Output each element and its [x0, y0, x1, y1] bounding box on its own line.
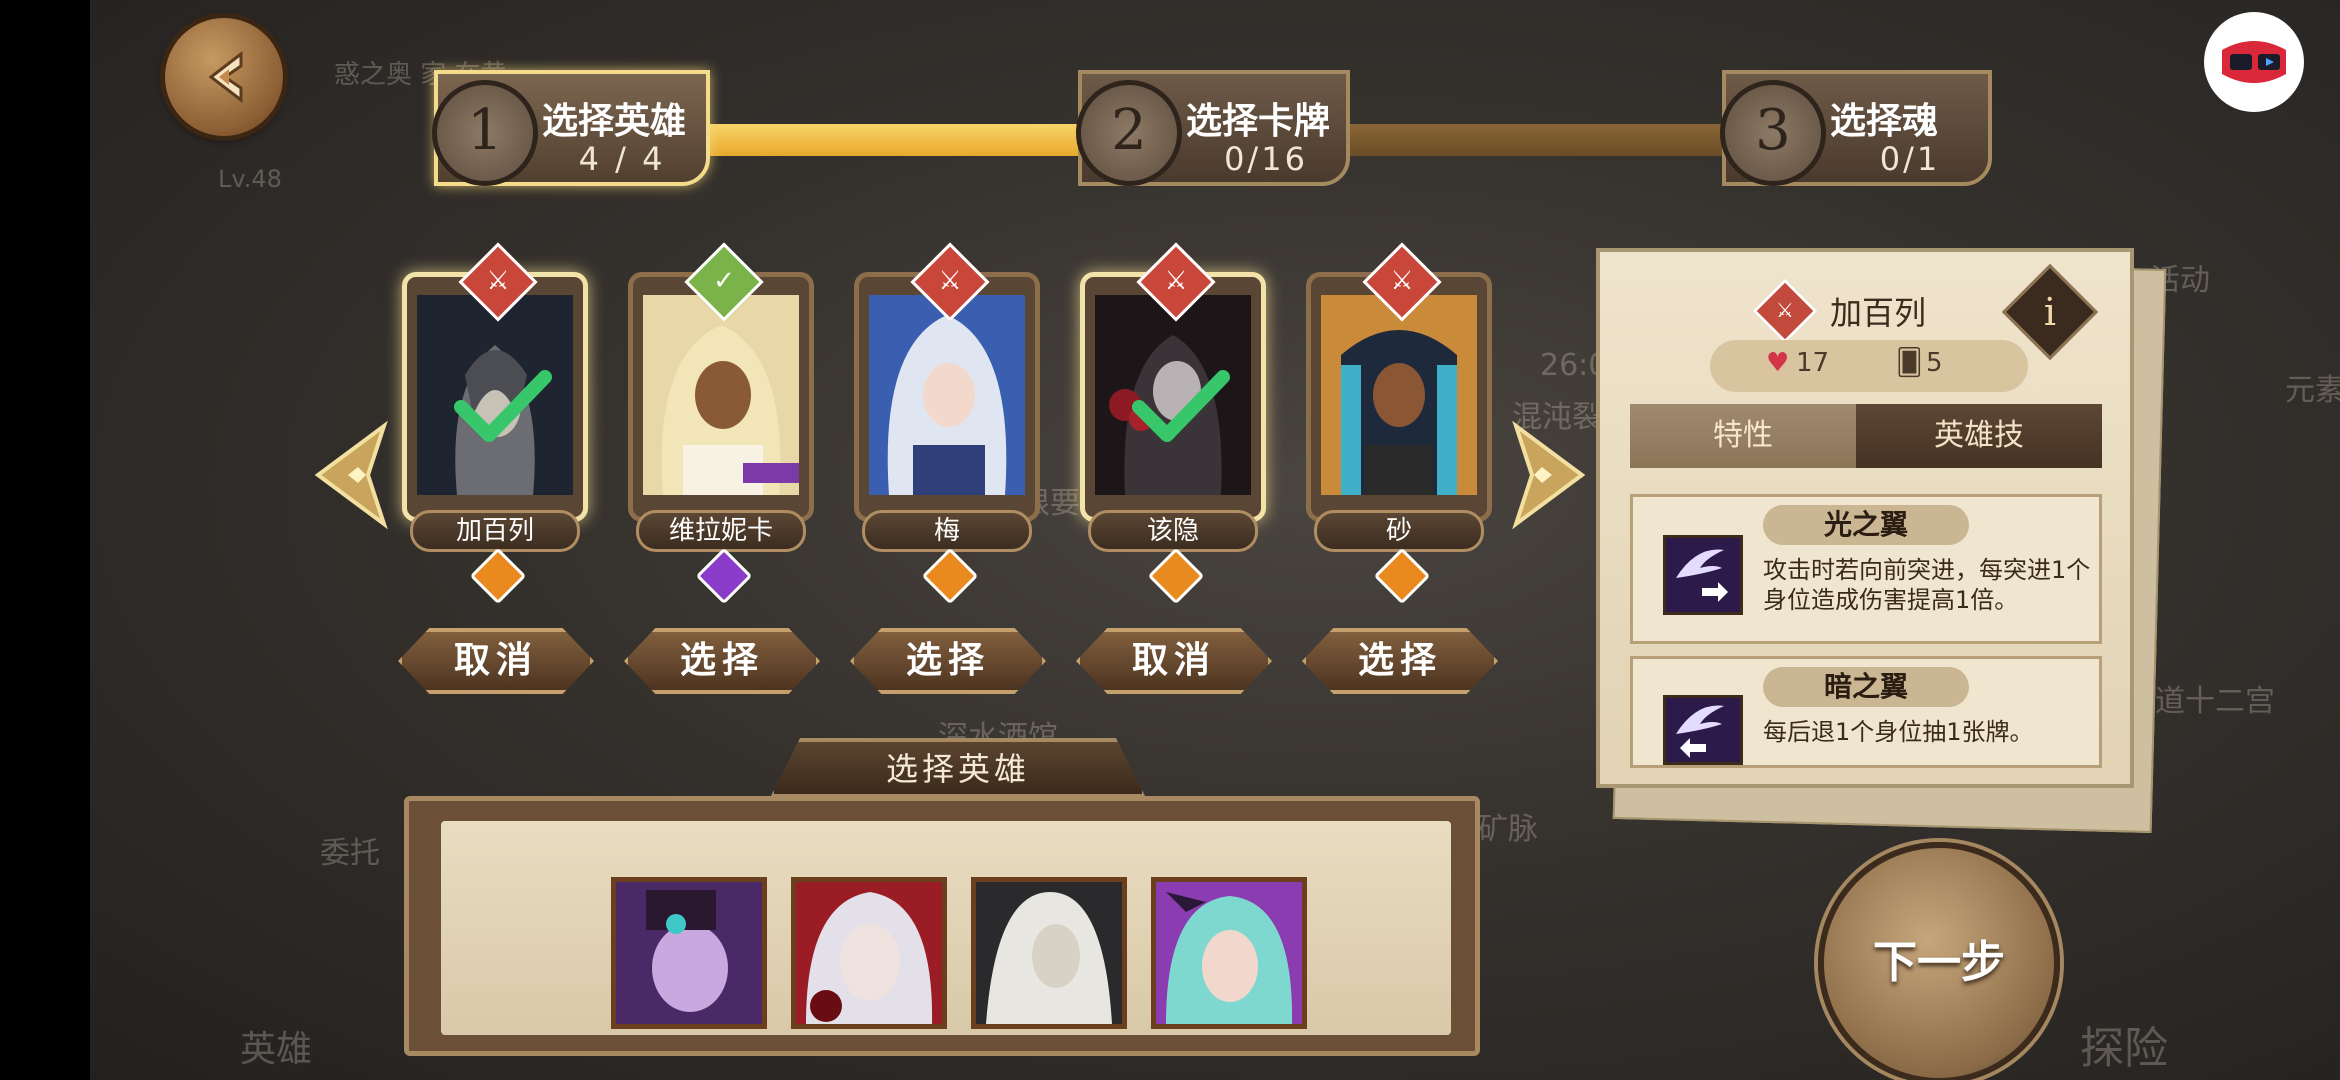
- hero-avatar: [796, 882, 942, 1024]
- card-count-value: 5: [1926, 348, 1943, 378]
- next-step-label: 下一步: [1873, 937, 2005, 988]
- float-window-icon[interactable]: [2204, 12, 2304, 112]
- hp-value: 17: [1796, 348, 1830, 378]
- wing-forward-icon: [1663, 535, 1743, 615]
- selected-hero-slot[interactable]: [791, 877, 947, 1029]
- step-select-soul[interactable]: 3 选择魂 0/1: [1720, 70, 1992, 186]
- selected-check-icon: [1132, 370, 1230, 442]
- selected-heroes-tray: [441, 821, 1451, 1035]
- step-count: 4 / 4: [578, 140, 666, 178]
- selected-hero-slot[interactable]: [611, 877, 767, 1029]
- skill-card-light-wings: 光之翼 攻击时若向前突进，每突进1个身位造成伤害提高1倍。: [1630, 494, 2102, 644]
- hero-card-mei[interactable]: ⚔ 梅: [854, 242, 1040, 605]
- sword-badge-icon: ⚔: [1752, 278, 1818, 344]
- hero-card-gabriel[interactable]: ⚔ 加百列: [402, 242, 588, 605]
- skill-name: 光之翼: [1763, 505, 1969, 545]
- hero-portrait: [643, 295, 799, 495]
- step-label: 选择英雄: [542, 101, 687, 142]
- detail-hero-name: 加百列: [1830, 294, 1927, 332]
- bg-label-heroes: 英雄: [240, 1029, 313, 1070]
- info-icon: i: [2043, 290, 2057, 334]
- step-count: 0/1: [1879, 140, 1941, 178]
- hero-card-cain[interactable]: ⚔ 该隐: [1080, 242, 1266, 605]
- progress-bar-empty: [1340, 124, 1730, 156]
- detail-tabs: 特性 英雄技: [1630, 404, 2102, 468]
- hero-name: 加百列: [410, 510, 580, 552]
- step-count: 0/16: [1224, 140, 1308, 178]
- selected-hero-slot[interactable]: [1151, 877, 1307, 1029]
- letterbox-bar: [0, 0, 90, 1080]
- hero-name: 维拉妮卡: [636, 510, 806, 552]
- bg-label-mine: 矿脉: [1478, 812, 1538, 847]
- hero-portrait: [869, 295, 1025, 495]
- scroll-left-arrow[interactable]: [308, 420, 394, 534]
- game-screen: Lv.48 惑之奥 家 在黄 活动 元素 混沌裂 26:02 根要 深水酒馆 矿…: [0, 0, 2340, 1080]
- hero-card-veronica[interactable]: ✓ 维拉妮卡: [628, 242, 814, 605]
- hero-card-sand[interactable]: ⚔ 砂: [1306, 242, 1492, 605]
- step-number: 3: [1720, 80, 1826, 186]
- bg-level-label: Lv.48: [218, 165, 282, 193]
- next-step-button[interactable]: 下一步: [1818, 842, 2060, 1080]
- hero-avatar: [976, 882, 1122, 1024]
- hero-name: 砂: [1314, 510, 1484, 552]
- card-icon: 🂠: [1896, 348, 1923, 378]
- step-select-cards[interactable]: 2 选择卡牌 0/16: [1076, 70, 1350, 186]
- selected-heroes-panel: [404, 796, 1480, 1056]
- hero-portrait: [1321, 295, 1477, 495]
- step-number: 2: [1076, 80, 1182, 186]
- chevron-right-icon: [1512, 420, 1586, 530]
- selected-check-icon: [454, 370, 552, 442]
- skill-description: 攻击时若向前突进，每突进1个身位造成伤害提高1倍。: [1763, 556, 2091, 614]
- scroll-right-arrow[interactable]: [1506, 420, 1592, 534]
- bg-label-explore: 探险: [2080, 1023, 2168, 1074]
- progress-bar-filled: [700, 124, 1090, 156]
- skill-card-dark-wings: 暗之翼 每后退1个身位抽1张牌。: [1630, 656, 2102, 768]
- hero-avatar: [1156, 882, 1302, 1024]
- bg-label-element: 元素: [2285, 373, 2340, 408]
- wing-backward-icon: [1663, 695, 1743, 765]
- skill-description: 每后退1个身位抽1张牌。: [1763, 718, 2034, 746]
- cancel-button-gabriel[interactable]: 取消: [398, 628, 594, 694]
- select-button-sand[interactable]: 选择: [1302, 628, 1498, 694]
- step-label: 选择魂: [1830, 101, 1939, 142]
- back-button[interactable]: [165, 18, 283, 136]
- chevron-left-icon: [314, 420, 388, 530]
- select-button-mei[interactable]: 选择: [850, 628, 1046, 694]
- hero-stats-bar: ♥ 17 🂠 5: [1710, 340, 2028, 392]
- step-number: 1: [432, 80, 538, 186]
- heart-icon: ♥: [1766, 348, 1790, 378]
- step-label: 选择卡牌: [1186, 101, 1331, 142]
- hero-avatar: [616, 882, 762, 1024]
- bottom-panel-title: 选择英雄: [770, 738, 1146, 798]
- select-button-veronica[interactable]: 选择: [624, 628, 820, 694]
- tab-traits[interactable]: 特性: [1630, 404, 1856, 468]
- hero-detail-panel: ⚔ 加百列 i ♥ 17 🂠 5 特性 英雄技 光之翼 攻击时若向前突进，每突进…: [1596, 248, 2134, 788]
- back-arrow-icon: [208, 50, 243, 104]
- step-select-hero[interactable]: 1 选择英雄 4 / 4: [432, 70, 710, 186]
- selected-hero-slot[interactable]: [971, 877, 1127, 1029]
- hero-name: 该隐: [1088, 510, 1258, 552]
- cancel-button-cain[interactable]: 取消: [1076, 628, 1272, 694]
- bg-label-zodiac: 道十二宫: [2155, 684, 2275, 719]
- bg-label-commission: 委托: [320, 836, 380, 871]
- hero-name: 梅: [862, 510, 1032, 552]
- skill-name: 暗之翼: [1763, 667, 1969, 707]
- tab-hero-skills[interactable]: 英雄技: [1856, 404, 2102, 468]
